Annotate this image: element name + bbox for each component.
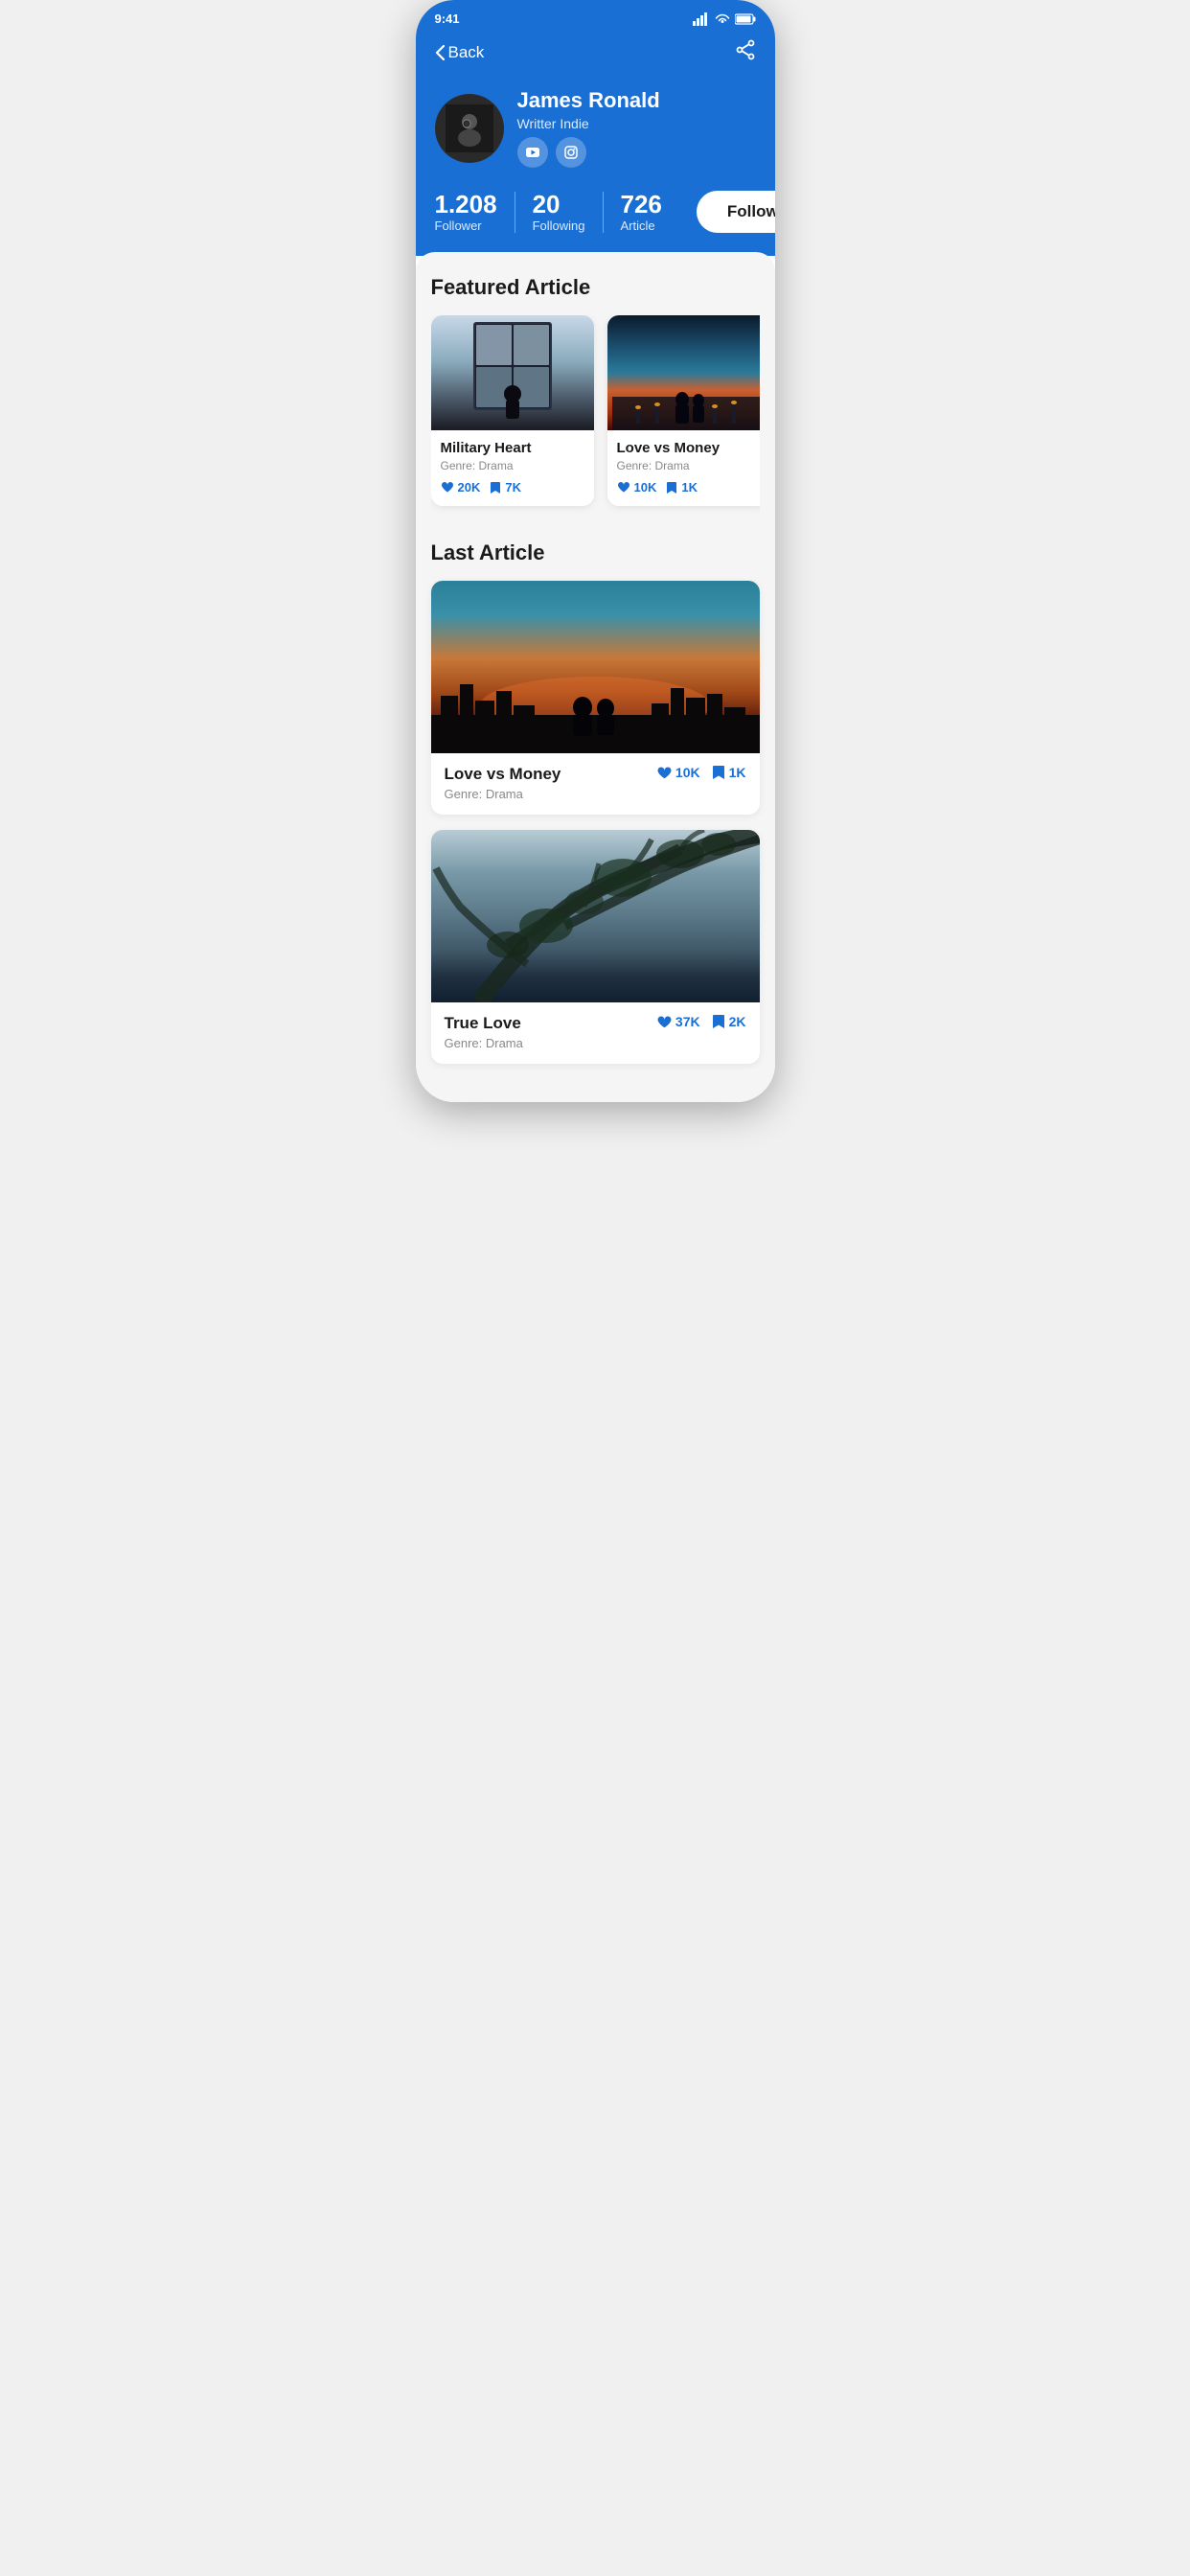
profile-section: James Ronald Writter Indie xyxy=(416,79,775,256)
last-article-card-0[interactable]: Love vs Money Genre: Drama 10K xyxy=(431,581,760,815)
last-card-image-1 xyxy=(431,830,760,1002)
featured-card-0-likes: 20K xyxy=(441,480,481,494)
bookmark-icon xyxy=(712,1014,725,1029)
status-bar: 9:41 xyxy=(416,0,775,32)
featured-card-0-genre: Genre: Drama xyxy=(441,459,584,472)
profile-name: James Ronald xyxy=(517,88,756,113)
featured-card-0-stats: 20K 7K xyxy=(441,480,584,494)
battery-icon xyxy=(735,13,756,25)
articles-label: Article xyxy=(621,218,655,233)
nav-header: Back xyxy=(416,32,775,79)
featured-card-1[interactable]: Love vs Money Genre: Drama 10K xyxy=(607,315,760,506)
share-icon xyxy=(735,39,756,60)
profile-bio: Writter Indie xyxy=(517,116,756,131)
status-icons xyxy=(693,12,756,26)
heart-icon xyxy=(656,766,672,780)
youtube-icon xyxy=(526,147,539,158)
following-stat: 20 Following xyxy=(533,192,604,233)
featured-card-0-title: Military Heart xyxy=(441,440,584,456)
youtube-button[interactable] xyxy=(517,137,548,168)
featured-card-0-bookmarks: 7K xyxy=(490,480,521,494)
last-card-1-bookmarks: 2K xyxy=(712,1014,746,1029)
heart-icon xyxy=(441,481,454,494)
card-image-love-vs-money xyxy=(607,315,760,430)
featured-card-1-stats: 10K 1K xyxy=(617,480,760,494)
heart-icon xyxy=(617,481,630,494)
card-image-military-heart xyxy=(431,315,594,430)
followers-stat: 1.208 Follower xyxy=(435,192,515,233)
last-section-title: Last Article xyxy=(431,540,760,565)
bookmark-icon xyxy=(490,481,501,494)
featured-card-1-title: Love vs Money xyxy=(617,440,760,456)
following-label: Following xyxy=(533,218,585,233)
last-article-card-1[interactable]: True Love Genre: Drama 37K xyxy=(431,830,760,1064)
last-card-0-bookmarks: 1K xyxy=(712,765,746,780)
last-card-1-info: True Love Genre: Drama xyxy=(445,1014,523,1050)
avatar-image xyxy=(446,104,493,152)
heart-icon xyxy=(656,1015,672,1029)
military-heart-illustration xyxy=(431,315,594,430)
featured-card-0[interactable]: Military Heart Genre: Drama 20K xyxy=(431,315,594,506)
articles-count: 726 xyxy=(621,192,662,217)
followers-label: Follower xyxy=(435,218,482,233)
featured-card-1-likes: 10K xyxy=(617,480,657,494)
true-love-illustration xyxy=(431,830,760,1002)
wifi-icon xyxy=(715,13,730,25)
featured-articles-scroll[interactable]: Military Heart Genre: Drama 20K xyxy=(431,315,760,514)
featured-section-title: Featured Article xyxy=(431,275,760,300)
back-arrow-icon xyxy=(435,45,445,60)
followers-count: 1.208 xyxy=(435,192,497,217)
profile-name-area: James Ronald Writter Indie xyxy=(517,88,756,168)
featured-card-1-bookmarks: 1K xyxy=(666,480,698,494)
last-card-0-genre: Genre: Drama xyxy=(445,787,561,801)
signal-icon xyxy=(693,12,710,26)
share-button[interactable] xyxy=(735,39,756,65)
last-card-0-info: Love vs Money Genre: Drama xyxy=(445,765,561,801)
instagram-button[interactable] xyxy=(556,137,586,168)
instagram-icon xyxy=(564,146,578,159)
back-button[interactable]: Back xyxy=(435,43,485,62)
last-card-1-likes: 37K xyxy=(656,1014,700,1029)
bookmark-icon xyxy=(666,481,677,494)
following-count: 20 xyxy=(533,192,561,217)
last-card-0-stats: 10K 1K xyxy=(656,765,746,780)
time: 9:41 xyxy=(435,12,460,26)
love-vs-money-illustration xyxy=(607,315,760,430)
avatar xyxy=(435,94,504,163)
last-card-1-genre: Genre: Drama xyxy=(445,1036,523,1050)
stats-row: 1.208 Follower 20 Following 726 Article … xyxy=(435,191,756,233)
featured-card-1-genre: Genre: Drama xyxy=(617,459,760,472)
back-label: Back xyxy=(448,43,485,62)
last-card-0-title: Love vs Money xyxy=(445,765,561,784)
content-area: Featured Article xyxy=(416,252,775,1102)
last-love-vs-money-illustration xyxy=(431,581,760,753)
last-card-1-stats: 37K 2K xyxy=(656,1014,746,1029)
last-card-image-0 xyxy=(431,581,760,753)
follow-button[interactable]: Follow xyxy=(697,191,775,233)
last-card-0-likes: 10K xyxy=(656,765,700,780)
featured-section: Featured Article xyxy=(431,275,760,514)
last-section: Last Article xyxy=(431,540,760,1064)
last-card-1-title: True Love xyxy=(445,1014,523,1033)
articles-stat: 726 Article xyxy=(621,192,679,233)
bookmark-icon xyxy=(712,765,725,780)
